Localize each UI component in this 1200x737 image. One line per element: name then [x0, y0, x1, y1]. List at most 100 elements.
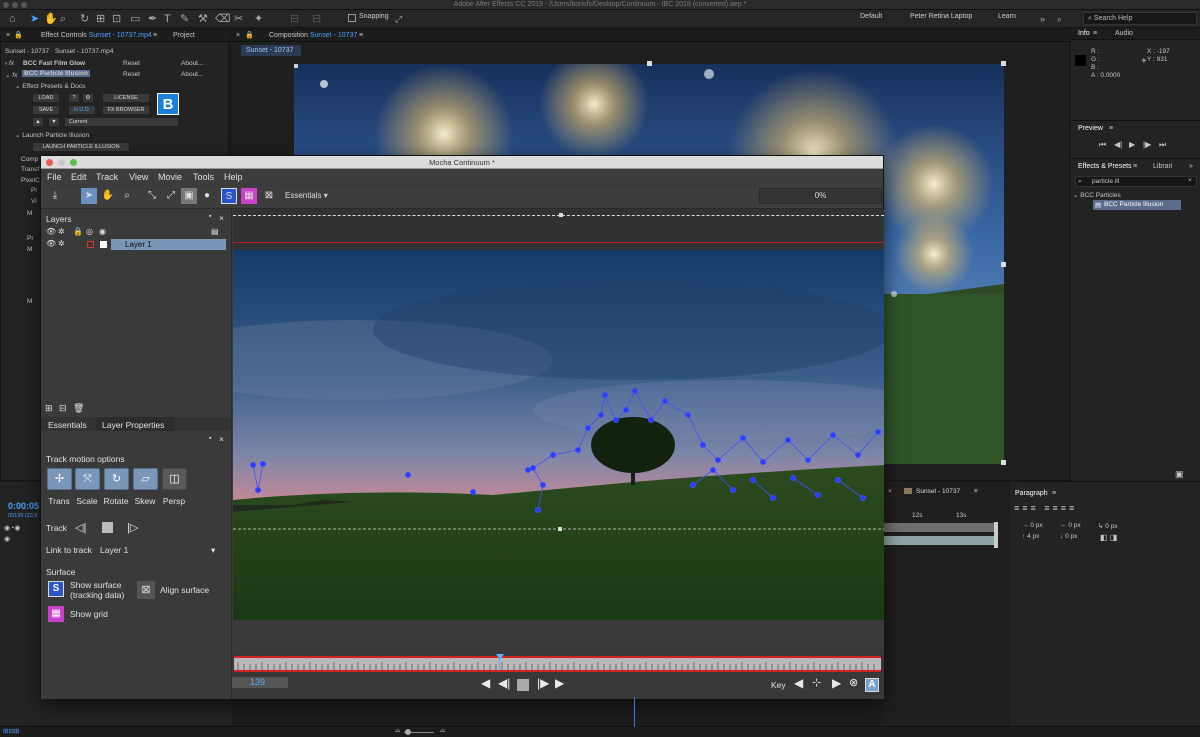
- layer-switches-icon[interactable]: ◉◔◉: [4, 524, 20, 532]
- comp-handle-br[interactable]: [1001, 460, 1006, 465]
- timeline-playhead[interactable]: [994, 522, 998, 548]
- transform-tool-icon[interactable]: ⤢: [163, 188, 179, 204]
- add-key-icon[interactable]: ⊹: [812, 676, 821, 689]
- indent-right[interactable]: ← 0 px: [1060, 522, 1081, 529]
- save-download-icon[interactable]: ⤓: [47, 188, 63, 204]
- zoom-tool-icon[interactable]: ⌕: [119, 188, 135, 204]
- workspace-learn[interactable]: Learn: [998, 13, 1016, 20]
- license-button[interactable]: LICENSE: [103, 94, 149, 102]
- pan-behind-tool-icon[interactable]: ⊡: [112, 12, 121, 26]
- align-surface-icon[interactable]: ⊠: [261, 188, 277, 204]
- workspace-peter[interactable]: Peter Retina Laptop: [910, 13, 972, 20]
- preview-play-icon[interactable]: ▶: [1129, 140, 1135, 149]
- tab-libraries[interactable]: Librari: [1153, 161, 1172, 172]
- next-key-icon[interactable]: ▶: [832, 676, 841, 690]
- preset-down-icon[interactable]: ▼: [49, 118, 59, 126]
- indent-left[interactable]: → 0 px: [1022, 522, 1043, 529]
- zoom-out-icon[interactable]: ⌓: [395, 727, 400, 735]
- effect-about-glow[interactable]: About...: [181, 60, 203, 67]
- search-help-input[interactable]: ⌕ Search Help: [1083, 12, 1197, 25]
- layer-options-icon[interactable]: ▤: [211, 227, 219, 236]
- load-button[interactable]: LOAD: [33, 94, 59, 102]
- pan-tool-icon[interactable]: ✋: [100, 188, 116, 204]
- paragraph-align-icons[interactable]: ≡≡≡ ≡≡≡≡: [1014, 503, 1077, 513]
- tab-essentials[interactable]: Essentials: [48, 420, 87, 430]
- circle-spline-icon[interactable]: ●: [199, 188, 215, 204]
- step-backward-icon[interactable]: ◀|: [498, 676, 510, 690]
- composition-menu-icon[interactable]: ≡: [359, 30, 363, 41]
- menu-tools[interactable]: Tools: [193, 172, 214, 182]
- menu-help[interactable]: Help: [224, 172, 243, 182]
- play-backward-icon[interactable]: ◀: [481, 676, 490, 690]
- comp-sub-tab[interactable]: Sunset - 10737: [241, 45, 301, 56]
- timeline-layer-bar[interactable]: [884, 523, 996, 532]
- param-row-m2[interactable]: M: [27, 246, 32, 253]
- preview-back-icon[interactable]: ◀|: [1114, 140, 1122, 149]
- tab-preview[interactable]: Preview: [1078, 123, 1103, 134]
- menu-file[interactable]: File: [47, 172, 62, 182]
- snap-options-icon[interactable]: ⤢: [395, 12, 402, 26]
- effect-controls-menu-icon[interactable]: ≡: [153, 30, 157, 41]
- timeline-comp-tab[interactable]: Sunset - 10737: [916, 488, 960, 495]
- snapping-checkbox[interactable]: [348, 14, 356, 22]
- zoom-in-icon[interactable]: ⌓: [440, 727, 445, 735]
- param-row-m3[interactable]: M: [27, 298, 32, 305]
- pen-tool-icon[interactable]: ✒: [148, 12, 157, 26]
- preview-menu-icon[interactable]: ≡: [1109, 123, 1113, 134]
- comp-handle-tl[interactable]: [294, 64, 298, 68]
- param-row-pi[interactable]: Pi: [31, 187, 37, 194]
- info-menu-icon[interactable]: ≡: [1093, 28, 1097, 39]
- zoom-slider-thumb[interactable]: [405, 729, 411, 735]
- distribute-icon[interactable]: ⊟: [312, 12, 321, 26]
- comp-handle-tr[interactable]: [1001, 61, 1006, 66]
- launch-particle-illusion-button[interactable]: LAUNCH PARTICLE ILLUSION: [33, 143, 129, 151]
- layer-visibility-icon[interactable]: ◉: [4, 535, 10, 543]
- effect-reset-glow[interactable]: Reset: [123, 60, 140, 67]
- play-forward-icon[interactable]: ▶: [555, 676, 564, 690]
- launch-section-label[interactable]: ⌄ Launch Particle Illusion: [15, 131, 89, 139]
- param-row-m1[interactable]: M: [27, 210, 32, 217]
- rotate-tool-icon[interactable]: ↻: [80, 12, 89, 26]
- timeline-timecode[interactable]: 0:00:05: [8, 501, 39, 511]
- delete-key-icon[interactable]: ⊗: [849, 676, 858, 689]
- layer-name-cell[interactable]: Layer 1: [111, 239, 226, 250]
- effects-menu-icon[interactable]: ≡: [1133, 161, 1137, 172]
- comp-handle-mr[interactable]: [1001, 262, 1006, 267]
- layer-row-1[interactable]: 👁 ✲ Layer 1: [41, 239, 227, 250]
- home-icon[interactable]: ⌂: [9, 12, 16, 26]
- window-close[interactable]: [3, 2, 9, 8]
- rect-spline-icon[interactable]: ▣: [181, 188, 197, 204]
- preset-current-field[interactable]: Current: [65, 118, 178, 126]
- mocha-viewer[interactable]: [233, 250, 884, 620]
- timeline-layer-bar-2[interactable]: [884, 536, 996, 545]
- props-close-icon[interactable]: ×: [219, 434, 224, 444]
- paragraph-menu-icon[interactable]: ≡: [1052, 488, 1056, 499]
- menu-track[interactable]: Track: [96, 172, 118, 182]
- stop-tracking-icon[interactable]: [102, 522, 113, 533]
- zoom-tool-icon[interactable]: ⌕: [60, 12, 66, 26]
- more-workspaces-icon[interactable]: »: [1040, 12, 1045, 26]
- new-folder-icon[interactable]: ▣: [1175, 469, 1184, 480]
- param-row-comp[interactable]: Comp: [21, 156, 38, 163]
- new-layer-icon[interactable]: ⊞: [45, 403, 53, 414]
- composition-close-icon[interactable]: ×: [236, 30, 240, 41]
- step-forward-icon[interactable]: |▶: [537, 676, 549, 690]
- workspace-dropdown[interactable]: Essentials ▾: [285, 188, 340, 204]
- stop-playback-icon[interactable]: [517, 679, 529, 691]
- param-row-vi[interactable]: Vi: [31, 198, 37, 205]
- layers-float-icon[interactable]: ▪: [209, 213, 211, 220]
- mocha-minimize-button[interactable]: [58, 159, 65, 166]
- align-icon[interactable]: ⊟: [290, 12, 299, 26]
- layers-close-icon[interactable]: ×: [219, 213, 224, 223]
- param-row-pr[interactable]: Pr: [27, 235, 34, 242]
- tab-info[interactable]: Info: [1078, 28, 1090, 39]
- current-frame-field[interactable]: 139: [232, 677, 288, 688]
- effect-controls-close-icon[interactable]: ×: [6, 30, 10, 41]
- preset-up-icon[interactable]: ▲: [33, 118, 43, 126]
- duplicate-layer-icon[interactable]: ⊟: [59, 403, 67, 414]
- composition-lock-icon[interactable]: 🔒: [245, 30, 254, 41]
- tab-composition[interactable]: Composition Sunset - 10737: [269, 30, 357, 41]
- show-surface-icon[interactable]: S: [221, 188, 237, 204]
- timeline-close-icon[interactable]: ×: [888, 488, 892, 495]
- selection-tool-icon[interactable]: ➤: [30, 12, 39, 26]
